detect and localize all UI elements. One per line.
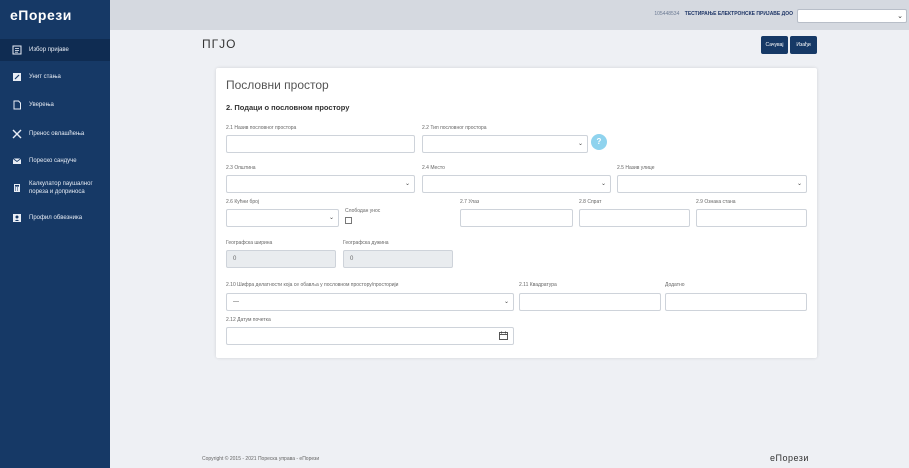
municipality-select[interactable]: ⌄ bbox=[226, 175, 415, 193]
company-info: 105448534 ТЕСТИРАЊЕ ЕЛЕКТРОНСКЕ ПРИЈАВЕ … bbox=[654, 11, 793, 17]
footer-copyright: Copyright © 2015 - 2021 Пореска управа -… bbox=[202, 456, 320, 462]
free-entry-label: Слободан унос bbox=[345, 208, 381, 214]
longitude-label: Географска дужина bbox=[343, 240, 389, 246]
chevron-down-icon: ⌄ bbox=[600, 181, 606, 187]
chevron-down-icon: ⌄ bbox=[796, 181, 802, 187]
area-input[interactable] bbox=[519, 293, 661, 311]
longitude-value: 0 bbox=[350, 256, 354, 262]
sidebar-item-label: Унит стања bbox=[29, 74, 61, 80]
sidebar-item-label: Пренос овлашћења bbox=[29, 131, 85, 137]
name-label: 2.1 Назив пословног простора bbox=[226, 125, 297, 131]
calculator-icon bbox=[12, 183, 22, 193]
chevron-down-icon: ⌄ bbox=[404, 181, 410, 187]
apartment-label: 2.9 Ознака стана bbox=[696, 199, 736, 205]
longitude-input[interactable]: 0 bbox=[343, 250, 453, 268]
section-title: 2. Подаци о пословном простору bbox=[226, 103, 350, 112]
company-select[interactable]: ⌄ bbox=[797, 9, 907, 23]
save-button[interactable]: Сачувај bbox=[761, 36, 788, 54]
company-pib: 105448534 bbox=[654, 11, 680, 17]
brand-logo[interactable]: еПорези bbox=[0, 0, 110, 30]
footer-logo: еПорези bbox=[770, 453, 809, 463]
sidebar-item-form-selection[interactable]: Избор пријаве bbox=[0, 39, 110, 61]
pencil-icon bbox=[12, 72, 22, 82]
house-number-label: 2.6 Кућни број bbox=[226, 199, 260, 205]
sidebar-item-label: Уверења bbox=[29, 102, 54, 108]
company-name: ТЕСТИРАЊЕ ЕЛЕКТРОНСКЕ ПРИЈАВЕ ДОО bbox=[684, 11, 793, 17]
additional-label: Додатно bbox=[665, 282, 685, 288]
sidebar-item-label: Избор пријаве bbox=[29, 47, 69, 53]
card-title: Пословни простор bbox=[226, 78, 329, 92]
sidebar-item-certificates[interactable]: Уверења bbox=[0, 98, 110, 112]
latitude-label: Географска ширина bbox=[226, 240, 273, 246]
document-icon bbox=[12, 100, 22, 110]
start-date-input[interactable] bbox=[226, 327, 514, 345]
help-icon[interactable]: ? bbox=[591, 134, 607, 150]
chevron-down-icon: ⌄ bbox=[503, 299, 509, 305]
sidebar-item-profile[interactable]: Профил обвезника bbox=[0, 211, 110, 225]
business-premises-name-input[interactable] bbox=[226, 135, 415, 153]
sidebar-item-authorization-transfer[interactable]: Пренос овлашћења bbox=[0, 127, 110, 141]
additional-input[interactable] bbox=[665, 293, 807, 311]
exit-button[interactable]: Изађи bbox=[790, 36, 817, 54]
sidebar-item-label: Профил обвезника bbox=[29, 215, 83, 221]
street-label: 2.5 Назив улице bbox=[617, 165, 655, 171]
business-premises-type-select[interactable]: ⌄ bbox=[422, 135, 588, 153]
form-list-icon bbox=[12, 45, 22, 55]
sidebar-item-tax-mailbox[interactable]: Пореско сандуче bbox=[0, 154, 110, 168]
house-number-select[interactable]: ⌄ bbox=[226, 209, 339, 227]
floor-label: 2.8 Спрат bbox=[579, 199, 602, 205]
chevron-down-icon: ⌄ bbox=[328, 215, 334, 221]
latitude-input[interactable]: 0 bbox=[226, 250, 336, 268]
sidebar-item-label: Пореско сандуче bbox=[29, 158, 77, 164]
entrance-input[interactable] bbox=[460, 209, 573, 227]
profile-icon bbox=[12, 213, 22, 223]
transfer-icon bbox=[12, 129, 22, 139]
place-label: 2.4 Место bbox=[422, 165, 445, 171]
free-entry-checkbox[interactable] bbox=[345, 217, 352, 224]
top-bar: 105448534 ТЕСТИРАЊЕ ЕЛЕКТРОНСКЕ ПРИЈАВЕ … bbox=[110, 0, 909, 30]
chevron-down-icon: ⌄ bbox=[897, 13, 903, 20]
chevron-down-icon: ⌄ bbox=[577, 141, 583, 147]
type-label: 2.2 Тип пословног простора bbox=[422, 125, 487, 131]
street-select[interactable]: ⌄ bbox=[617, 175, 807, 193]
calendar-icon[interactable] bbox=[499, 331, 508, 340]
area-label: 2.11 Квадратура bbox=[519, 282, 557, 288]
sidebar: еПорези Избор пријаве Унит стања Уверења… bbox=[0, 0, 110, 468]
page-title: ПГЈО bbox=[202, 37, 237, 51]
start-date-label: 2.12 Датум почетка bbox=[226, 317, 271, 323]
sidebar-item-label: Калкулатор паушалног пореза и доприноса bbox=[29, 181, 93, 195]
activity-code-value: --- bbox=[233, 299, 239, 305]
sidebar-item-status[interactable]: Унит стања bbox=[0, 70, 110, 84]
envelope-icon bbox=[12, 156, 22, 166]
municipality-label: 2.3 Општина bbox=[226, 165, 256, 171]
place-select[interactable]: ⌄ bbox=[422, 175, 611, 193]
entrance-label: 2.7 Улаз bbox=[460, 199, 480, 205]
activity-label: 2.10 Шифра делатности која се обавља у п… bbox=[226, 282, 399, 288]
activity-code-select[interactable]: --- ⌄ bbox=[226, 293, 514, 311]
apartment-input[interactable] bbox=[696, 209, 807, 227]
sidebar-item-calculator[interactable]: Калкулатор паушалног пореза и доприноса bbox=[0, 179, 110, 197]
form-card: Пословни простор 2. Подаци о пословном п… bbox=[216, 68, 817, 358]
latitude-value: 0 bbox=[233, 256, 237, 262]
floor-input[interactable] bbox=[579, 209, 690, 227]
